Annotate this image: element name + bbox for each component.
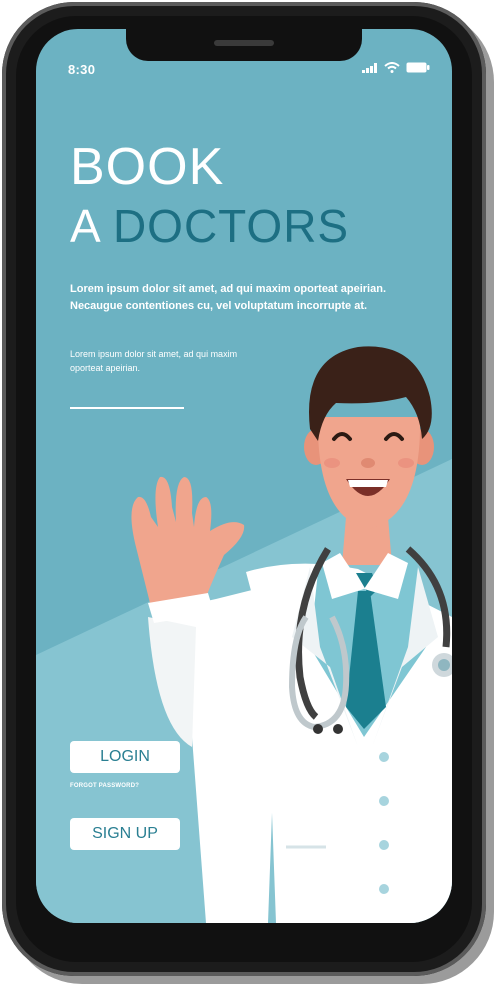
wifi-icon [384, 62, 400, 73]
battery-icon [406, 62, 430, 73]
headline-book: BOOK [70, 138, 225, 196]
signal-icon [362, 62, 377, 73]
app-screen: 8:30 BOOK A DOCTORS Lorem ipsum dolor si… [36, 29, 452, 923]
status-time: 8:30 [68, 62, 96, 77]
phone-frame: 8:30 BOOK A DOCTORS Lorem ipsum dolor si… [2, 2, 486, 976]
lead-text: Lorem ipsum dolor sit amet, ad qui maxim… [70, 283, 387, 312]
headline-highlight: DOCTORS [112, 200, 350, 252]
headline-prefix: A [70, 200, 100, 252]
signup-button[interactable]: SIGN UP [70, 818, 180, 850]
login-button[interactable]: LOGIN [70, 741, 180, 773]
headline-doctors: A DOCTORS [70, 203, 349, 249]
speaker-grille [214, 40, 274, 46]
forgot-password-link[interactable]: FORGOT PASSWORD? [70, 783, 139, 789]
phone-notch [126, 29, 362, 61]
status-icons [362, 62, 430, 73]
